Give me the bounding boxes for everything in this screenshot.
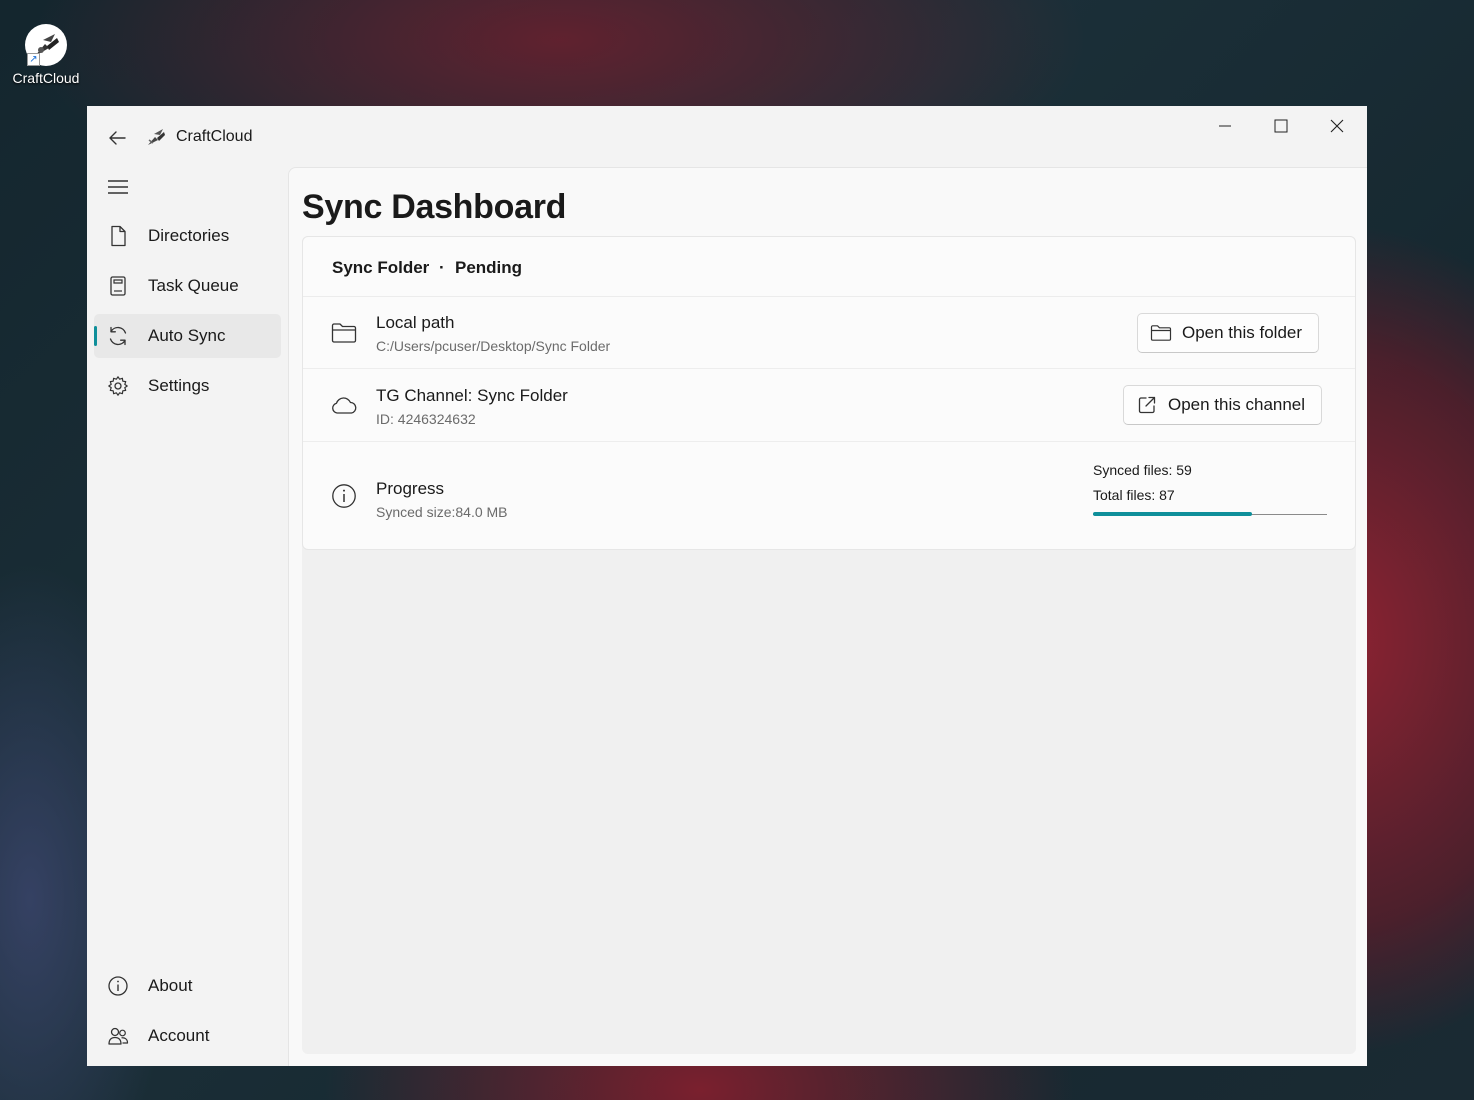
close-icon bbox=[1330, 119, 1344, 133]
back-button[interactable] bbox=[105, 126, 129, 150]
sync-list-panel: Sync Folder · Pending Local path C:/User… bbox=[302, 236, 1356, 1054]
app-logo-icon bbox=[145, 126, 167, 148]
open-folder-button[interactable]: Open this folder bbox=[1137, 313, 1320, 353]
sync-progress-bar bbox=[1093, 512, 1327, 518]
minimize-button[interactable] bbox=[1205, 114, 1245, 138]
sidebar-item-directories[interactable]: Directories bbox=[94, 214, 281, 258]
cloud-icon bbox=[330, 392, 358, 420]
sidebar-item-auto-sync[interactable]: Auto Sync bbox=[94, 314, 281, 358]
channel-row: TG Channel: Sync Folder ID: 4246324632 O… bbox=[303, 370, 1355, 442]
open-folder-label: Open this folder bbox=[1182, 323, 1303, 342]
minimize-icon bbox=[1219, 125, 1231, 127]
app-title: CraftCloud bbox=[176, 128, 253, 145]
sync-icon bbox=[106, 324, 130, 348]
synced-size: Synced size:84.0 MB bbox=[376, 504, 508, 520]
desktop-icon-label: CraftCloud bbox=[12, 70, 80, 86]
sidebar-item-label: Directories bbox=[148, 226, 230, 245]
craftcloud-logo-icon: ↗ bbox=[25, 24, 67, 66]
channel-title: TG Channel: Sync Folder bbox=[376, 386, 568, 405]
card-header: Sync Folder · Pending bbox=[303, 237, 1355, 297]
progress-row: Progress Synced size:84.0 MB Synced file… bbox=[303, 442, 1355, 550]
folder-name: Sync Folder bbox=[332, 258, 430, 277]
progress-fill bbox=[1093, 512, 1252, 516]
clipboard-icon bbox=[106, 274, 130, 298]
sidebar-item-label: Auto Sync bbox=[148, 326, 226, 345]
local-path-value: C:/Users/pcuser/Desktop/Sync Folder bbox=[376, 338, 611, 354]
main-content: Sync Dashboard Sync Folder · Pending Loc… bbox=[288, 167, 1367, 1066]
gear-icon bbox=[106, 374, 130, 398]
document-icon bbox=[106, 224, 130, 248]
sync-status: Pending bbox=[455, 258, 523, 277]
maximize-button[interactable] bbox=[1261, 114, 1301, 138]
info-icon bbox=[330, 482, 358, 510]
people-icon bbox=[106, 1024, 130, 1048]
info-icon bbox=[106, 974, 130, 998]
progress-title: Progress bbox=[376, 479, 445, 498]
sidebar-item-label: Account bbox=[148, 1026, 210, 1045]
open-channel-label: Open this channel bbox=[1168, 395, 1306, 414]
close-button[interactable] bbox=[1317, 114, 1357, 138]
sidebar-item-label: Settings bbox=[148, 376, 210, 395]
sidebar-item-task-queue[interactable]: Task Queue bbox=[94, 264, 281, 308]
sidebar-item-about[interactable]: About bbox=[94, 964, 281, 1008]
maximize-icon bbox=[1274, 119, 1288, 133]
sidebar-item-account[interactable]: Account bbox=[94, 1014, 281, 1058]
title-bar: CraftCloud bbox=[87, 106, 1367, 168]
sidebar-item-label: Task Queue bbox=[148, 276, 239, 295]
desktop-shortcut-craftcloud[interactable]: ↗ CraftCloud bbox=[6, 24, 86, 86]
folder-icon bbox=[1150, 322, 1172, 344]
sidebar-item-settings[interactable]: Settings bbox=[94, 364, 281, 408]
folder-icon bbox=[330, 319, 358, 347]
app-window: CraftCloud Directories Task Queue Auto S… bbox=[87, 106, 1367, 1066]
open-channel-button[interactable]: Open this channel bbox=[1123, 385, 1323, 425]
local-path-row: Local path C:/Users/pcuser/Desktop/Sync … bbox=[303, 297, 1355, 369]
menu-toggle-button[interactable] bbox=[105, 174, 131, 200]
sync-folder-card: Sync Folder · Pending Local path C:/User… bbox=[302, 236, 1356, 550]
channel-id: ID: 4246324632 bbox=[376, 411, 476, 427]
shortcut-arrow-icon: ↗ bbox=[27, 53, 40, 66]
sidebar-item-label: About bbox=[148, 976, 193, 995]
synced-files-count: Synced files: 59 bbox=[1093, 462, 1192, 478]
hamburger-icon bbox=[108, 180, 128, 194]
local-path-title: Local path bbox=[376, 313, 455, 332]
header-separator: · bbox=[439, 258, 445, 277]
total-files-count: Total files: 87 bbox=[1093, 487, 1175, 503]
page-title: Sync Dashboard bbox=[302, 188, 567, 226]
arrow-left-icon bbox=[109, 131, 126, 145]
external-link-icon bbox=[1136, 394, 1158, 416]
